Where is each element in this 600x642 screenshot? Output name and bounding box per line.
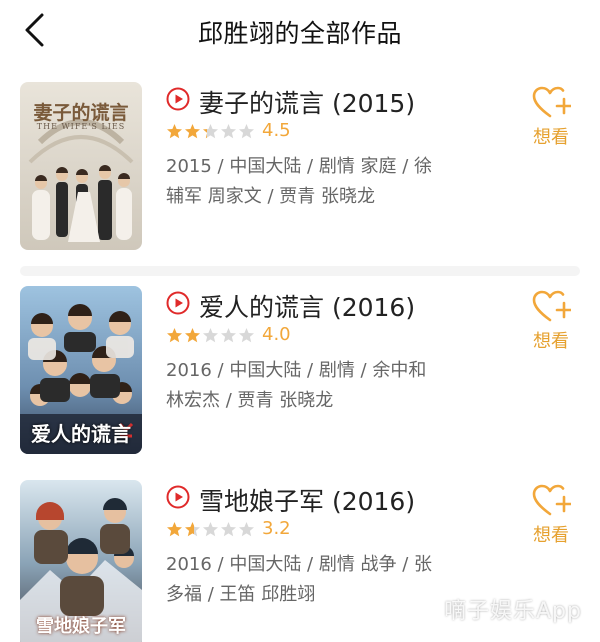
rating-score: 4.0 xyxy=(262,324,291,345)
divider xyxy=(20,266,580,276)
star-icon xyxy=(239,522,254,537)
poster-title: 雪地娘子军 xyxy=(36,616,126,637)
star-rating xyxy=(166,327,256,345)
want-to-watch-label: 想看 xyxy=(533,127,569,148)
star-icon xyxy=(203,522,218,537)
star-icon xyxy=(185,328,200,343)
movie-title[interactable]: 爱人的谎言 (2016) xyxy=(199,288,415,324)
movie-meta: 2015 / 中国大陆 / 剧情 家庭 / 徐 辅军 周家文 / 贾青 张晓龙 xyxy=(166,152,466,212)
poster-title: 爱人的谎言 xyxy=(31,422,131,446)
movie-meta: 2016 / 中国大陆 / 剧情 战争 / 张 多福 / 王笛 邱胜翊 xyxy=(166,550,466,610)
star-icon xyxy=(203,328,218,343)
play-icon[interactable] xyxy=(166,291,190,315)
meta-line: 2016 / 中国大陆 / 剧情 / 余中和 xyxy=(166,360,427,381)
star-icon xyxy=(239,328,254,343)
meta-line: 2015 / 中国大陆 / 剧情 家庭 / 徐 xyxy=(166,156,433,177)
want-to-watch-button[interactable]: 想看 xyxy=(527,86,575,149)
rating-score: 4.5 xyxy=(262,120,291,141)
movie-title[interactable]: 雪地娘子军 (2016) xyxy=(199,482,415,518)
list-item[interactable]: 妻子的谎言 THE WIFE'S LIES 妻子的谎言 (2015) 4.5 2… xyxy=(0,82,600,262)
heart-plus-icon xyxy=(532,484,571,516)
page-title: 邱胜翊的全部作品 xyxy=(197,19,402,48)
movie-poster[interactable]: 雪地娘子军 xyxy=(20,480,142,642)
play-icon[interactable] xyxy=(166,87,190,111)
meta-line: 辅军 周家文 / 贾青 张晓龙 xyxy=(166,186,375,207)
want-to-watch-label: 想看 xyxy=(533,525,569,546)
movie-title[interactable]: 妻子的谎言 (2015) xyxy=(199,84,415,120)
movie-poster[interactable]: 爱人的谎言 xyxy=(20,286,142,454)
rating-score: 3.2 xyxy=(262,518,291,539)
star-icon xyxy=(203,124,218,139)
meta-line: 多福 / 王笛 邱胜翊 xyxy=(166,584,316,605)
star-icon xyxy=(221,328,236,343)
star-icon xyxy=(221,522,236,537)
star-icon xyxy=(167,124,182,139)
movie-poster[interactable]: 妻子的谎言 THE WIFE'S LIES xyxy=(20,82,142,250)
poster-subtitle: THE WIFE'S LIES xyxy=(36,122,126,131)
star-icon xyxy=(167,328,182,343)
star-rating xyxy=(166,123,256,141)
meta-line: 林宏杰 / 贾青 张晓龙 xyxy=(166,390,334,411)
want-to-watch-label: 想看 xyxy=(533,331,569,352)
star-icon xyxy=(185,522,200,537)
movie-meta: 2016 / 中国大陆 / 剧情 / 余中和 林宏杰 / 贾青 张晓龙 xyxy=(166,356,466,416)
meta-line: 2016 / 中国大陆 / 剧情 战争 / 张 xyxy=(166,554,433,575)
want-to-watch-button[interactable]: 想看 xyxy=(527,484,575,547)
watermark: 嘀子娱乐App xyxy=(444,599,582,624)
poster-title: 妻子的谎言 xyxy=(33,102,129,124)
want-to-watch-button[interactable]: 想看 xyxy=(527,290,575,353)
play-icon[interactable] xyxy=(166,485,190,509)
star-icon xyxy=(185,124,200,139)
heart-plus-icon xyxy=(532,86,571,118)
star-icon xyxy=(239,124,254,139)
list-item[interactable]: 爱人的谎言 爱人的谎言 (2016) 4.0 2016 / 中国大陆 / 剧情 … xyxy=(0,286,600,466)
star-rating xyxy=(166,521,256,539)
star-icon xyxy=(167,522,182,537)
star-icon xyxy=(221,124,236,139)
navigation-bar: 邱胜翊的全部作品 xyxy=(0,0,600,62)
heart-plus-icon xyxy=(532,290,571,322)
